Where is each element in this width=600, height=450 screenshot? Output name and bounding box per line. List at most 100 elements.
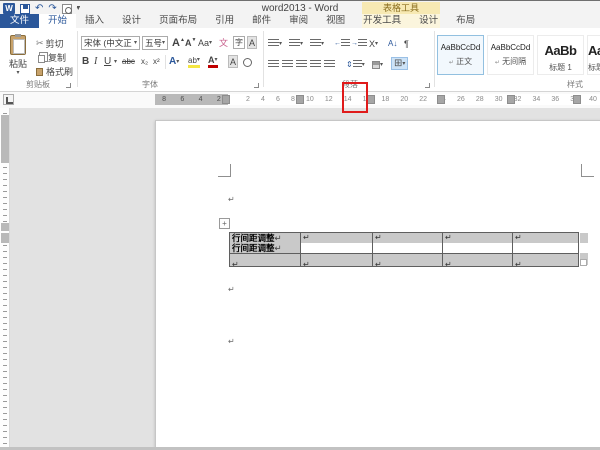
table-column-marker[interactable]	[437, 95, 445, 104]
tab-selector-icon[interactable]	[3, 94, 14, 105]
cut-button[interactable]: ✂ 剪切	[36, 37, 64, 50]
character-shading-button[interactable]: A	[247, 36, 258, 49]
bold-button[interactable]: B	[82, 55, 89, 68]
ruler-number: 12	[324, 96, 333, 103]
clipboard-dialog-launcher-icon[interactable]	[66, 83, 71, 88]
table-cell[interactable]: ↵	[513, 233, 578, 253]
distributed-button[interactable]	[324, 58, 335, 71]
paragraph-dialog-launcher-icon[interactable]	[425, 83, 430, 88]
font-size-combobox[interactable]: 五号 ▾	[142, 36, 168, 50]
paragraph-group-label: 段落	[342, 80, 358, 89]
shading-button[interactable]: ▾	[372, 58, 383, 71]
multilevel-list-button[interactable]: ▾	[310, 37, 324, 50]
strikethrough-button[interactable]: abc	[122, 55, 135, 68]
table-column-marker[interactable]	[222, 95, 230, 104]
table-cell[interactable]: ↵	[301, 233, 373, 253]
decrease-indent-button[interactable]: ←	[334, 37, 350, 50]
table-row-marker[interactable]	[1, 233, 9, 243]
style-heading-2[interactable]: AaB 标题	[587, 35, 600, 75]
table-row-marker[interactable]	[1, 223, 9, 231]
table-cell[interactable]: ↵	[443, 254, 513, 266]
tab-view[interactable]: 视图	[317, 14, 354, 28]
tab-developer[interactable]: 开发工具	[354, 14, 410, 28]
table-cell[interactable]: ↵	[301, 254, 373, 266]
tab-review[interactable]: 审阅	[280, 14, 317, 28]
style-name: 标题	[588, 63, 600, 72]
justify-button[interactable]	[310, 58, 321, 71]
ruler-number: 28	[475, 96, 484, 103]
tab-table-layout[interactable]: 布局	[447, 14, 484, 28]
align-center-button[interactable]	[282, 58, 293, 71]
table-cell[interactable]: ↵	[230, 254, 301, 266]
ruler-number: 18	[381, 96, 390, 103]
table-column-marker[interactable]	[573, 95, 581, 104]
show-marks-button[interactable]: ¶	[404, 37, 409, 50]
table-column-marker[interactable]	[507, 95, 515, 104]
tab-mailings[interactable]: 邮件	[243, 14, 280, 28]
highlight-button[interactable]: ab ▾	[188, 55, 200, 68]
table-column-marker[interactable]	[296, 95, 304, 104]
enclose-characters-button[interactable]	[243, 56, 252, 69]
paste-button[interactable]: 粘贴 ▾	[4, 33, 32, 77]
align-right-button[interactable]	[296, 58, 307, 71]
ruler-margin-section: 8 6 4 2	[155, 94, 228, 105]
format-painter-button[interactable]: 格式刷	[36, 65, 73, 78]
character-border-button[interactable]: 字	[233, 36, 245, 49]
horizontal-ruler[interactable]: 8 6 4 2 2 4 6 8 10 12 14 16 18 20 22 24 …	[0, 92, 600, 108]
phonetic-guide-button[interactable]: 文	[219, 36, 228, 49]
tab-table-design[interactable]: 设计	[410, 14, 447, 28]
table-move-handle[interactable]: +	[219, 218, 230, 229]
font-name-combobox[interactable]: 宋体 (中文正 ▾	[81, 36, 140, 50]
line-spacing-icon: ⇕	[346, 60, 353, 69]
document-table[interactable]: 行间距调整↵ 行间距调整↵ ↵ ↵ ↵ ↵ ↵ ↵ ↵ ↵ ↵	[229, 232, 579, 267]
tab-file[interactable]: 文件	[0, 14, 40, 28]
borders-grid-icon: ⊞	[394, 58, 403, 69]
character-shading-toggle-button[interactable]: A	[228, 55, 239, 68]
sort-button[interactable]: A↓	[388, 37, 397, 50]
sort-icon: A↓	[388, 39, 398, 48]
table-cell[interactable]: ↵	[513, 254, 578, 266]
style-no-spacing[interactable]: AaBbCcDd ↵ 无间隔	[487, 35, 534, 75]
numbering-button[interactable]: ▾	[289, 37, 303, 50]
borders-button[interactable]: ⊞ ▾	[391, 57, 409, 70]
table-cell[interactable]: ↵	[373, 254, 443, 266]
character-shading-toggle-icon: A	[230, 56, 237, 67]
table-column-marker[interactable]	[367, 95, 375, 104]
vertical-ruler-margin	[1, 115, 9, 163]
bullets-button[interactable]: ▾	[268, 37, 282, 50]
style-heading-1[interactable]: AaBb 标题 1	[537, 35, 584, 75]
table-resize-handle[interactable]	[580, 259, 587, 266]
superscript-button[interactable]: x²	[153, 55, 160, 68]
align-left-button[interactable]	[268, 58, 279, 71]
asian-layout-button[interactable]: X ▾	[369, 37, 378, 50]
paragraph-mark: ↵	[443, 233, 512, 243]
text-effects-button[interactable]: A ▾	[169, 55, 179, 68]
underline-caret[interactable]: ▾	[114, 55, 117, 68]
increase-indent-button[interactable]: →	[351, 37, 367, 50]
tab-page-layout[interactable]: 页面布局	[150, 14, 206, 28]
font-color-button[interactable]: A ▾	[208, 55, 218, 68]
subscript-button[interactable]: x₂	[141, 55, 148, 68]
ruler-number: 2	[216, 96, 221, 103]
vertical-ruler[interactable]	[0, 108, 10, 450]
copy-icon	[38, 54, 45, 63]
tab-references[interactable]: 引用	[206, 14, 243, 28]
italic-button[interactable]: I	[94, 55, 97, 68]
change-case-button[interactable]: Aa ▾	[198, 36, 212, 49]
table-cell[interactable]: ↵	[443, 233, 513, 253]
table-cell[interactable]: ↵	[373, 233, 443, 253]
line-spacing-button[interactable]: ⇕ ▾	[346, 58, 365, 71]
table-cell[interactable]: 行间距调整↵ 行间距调整↵	[230, 233, 301, 253]
shrink-font-button[interactable]: A ▼	[185, 36, 196, 49]
font-dialog-launcher-icon[interactable]	[254, 83, 259, 88]
underline-button[interactable]: U	[104, 55, 111, 68]
tab-insert[interactable]: 插入	[76, 14, 113, 28]
ruler-number: 40	[589, 96, 597, 103]
tab-design[interactable]: 设计	[113, 14, 150, 28]
table-row: 行间距调整↵ 行间距调整↵ ↵ ↵ ↵ ↵	[230, 233, 578, 253]
copy-button[interactable]: 复制	[36, 51, 66, 64]
style-normal[interactable]: AaBbCcDd ↵ 正文	[437, 35, 484, 75]
grow-font-button[interactable]: A ▲	[172, 36, 185, 49]
italic-label: I	[94, 56, 98, 67]
tab-home[interactable]: 开始	[39, 14, 77, 28]
